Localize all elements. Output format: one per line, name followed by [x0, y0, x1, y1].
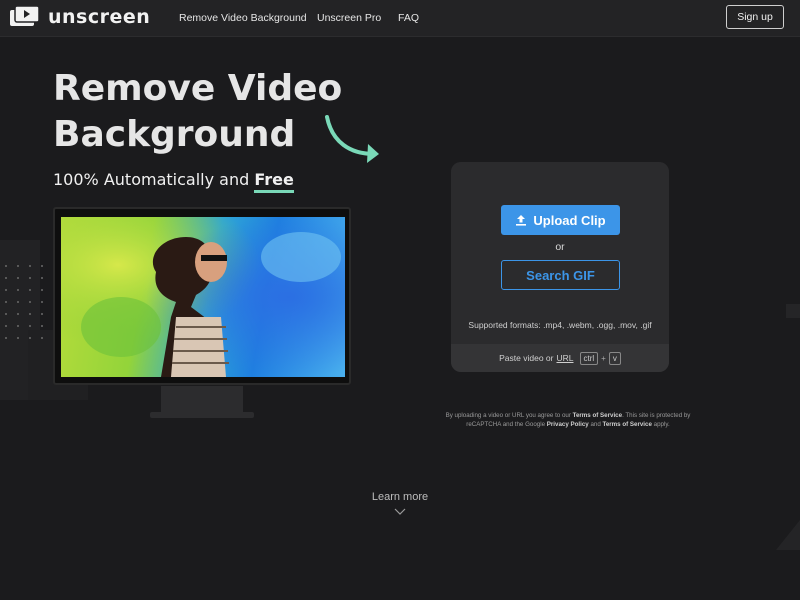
top-navbar: unscreen Remove Video Background Unscree…: [0, 0, 800, 37]
logo-icon: [10, 6, 40, 26]
chevron-down-icon[interactable]: [394, 508, 406, 516]
key-v: v: [608, 351, 621, 365]
supported-formats: Supported formats: .mp4, .webm, .ogg, .m…: [468, 320, 652, 330]
legal-text-4: apply.: [651, 421, 670, 428]
paste-url-bar[interactable]: Paste video or URL ctrl + v: [451, 344, 669, 372]
key-ctrl: ctrl: [579, 351, 599, 365]
hero-subtitle-emphasis: Free: [254, 170, 294, 193]
nav-link-faq[interactable]: FAQ: [398, 12, 419, 24]
video-scene: [61, 217, 345, 377]
brand-name: unscreen: [48, 6, 151, 28]
hero-subtitle: 100% Automatically and Free: [53, 170, 294, 193]
legal-text-1: By uploading a video or URL you agree to…: [445, 412, 573, 419]
demo-video[interactable]: [61, 217, 345, 377]
search-gif-button[interactable]: Search GIF: [501, 260, 620, 290]
or-separator: or: [555, 241, 565, 253]
terms-of-service-link[interactable]: Terms of Service: [573, 412, 622, 419]
google-terms-link[interactable]: Terms of Service: [603, 421, 652, 428]
nav-link-remove-video-background[interactable]: Remove Video Background: [179, 12, 307, 24]
key-plus: +: [601, 353, 606, 363]
hero-subtitle-text: 100% Automatically and: [53, 170, 255, 189]
decorative-block-right: [786, 304, 800, 318]
monitor-stand-base: [150, 412, 254, 418]
upload-card-body: Upload Clip or Search GIF Supported form…: [451, 162, 669, 344]
upload-card: Upload Clip or Search GIF Supported form…: [451, 162, 669, 372]
legal-notice: By uploading a video or URL you agree to…: [440, 411, 696, 429]
curved-arrow-icon: [325, 115, 379, 163]
decorative-triangle: [776, 520, 800, 550]
paste-url-link[interactable]: URL: [556, 353, 573, 363]
monitor-stand: [161, 386, 243, 412]
paste-label: Paste video or: [499, 353, 554, 363]
upload-clip-label: Upload Clip: [533, 212, 606, 228]
upload-clip-button[interactable]: Upload Clip: [501, 205, 620, 235]
demo-monitor: [53, 207, 351, 385]
privacy-policy-link[interactable]: Privacy Policy: [547, 421, 589, 428]
legal-text-3: and: [588, 421, 603, 428]
brand-logo[interactable]: unscreen: [10, 6, 150, 28]
decorative-dot-grid: [5, 265, 43, 339]
upload-icon: [516, 215, 527, 226]
signup-button[interactable]: Sign up: [726, 5, 784, 29]
nav-link-unscreen-pro[interactable]: Unscreen Pro: [317, 12, 381, 24]
learn-more-link[interactable]: Learn more: [0, 491, 800, 503]
